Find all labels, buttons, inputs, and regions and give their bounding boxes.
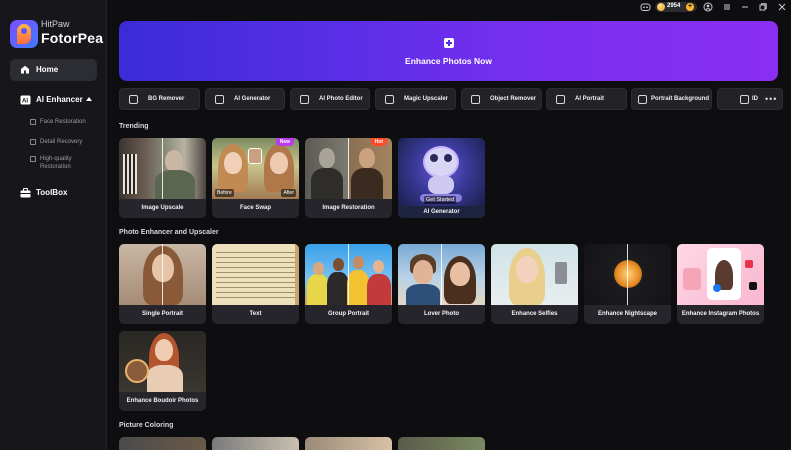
app-logo-icon: [10, 20, 38, 48]
tool-ai-photo-editor[interactable]: AI Photo Editor: [290, 88, 370, 110]
card-ai-generator[interactable]: Get Started AI Generator: [398, 138, 485, 218]
lover-photo-thumbnail: [398, 244, 485, 305]
minimize-icon[interactable]: [740, 2, 750, 12]
brand-small: HitPaw: [41, 19, 70, 29]
add-coins-button[interactable]: +: [686, 3, 694, 11]
restoration-icon: [30, 156, 36, 162]
tool-ai-generator[interactable]: AI Generator: [205, 88, 285, 110]
card-enhance-selfies[interactable]: Enhance Selfies: [491, 244, 578, 324]
brand-name: FotorPea: [41, 30, 104, 46]
single-portrait-thumbnail: [119, 244, 206, 305]
card-image-restoration[interactable]: Hot Image Restoration: [305, 138, 392, 218]
card-enhance-nightscape[interactable]: Enhance Nightscape: [584, 244, 671, 324]
title-bar: 2954 +: [107, 0, 791, 14]
upscaler-icon: [385, 95, 394, 104]
enhance-photos-label: Enhance Photos Now: [405, 56, 492, 66]
tool-portrait-background[interactable]: Portrait Background: [631, 88, 712, 110]
enhance-instagram-thumbnail: [677, 244, 764, 305]
card-group-portrait[interactable]: Group Portrait: [305, 244, 392, 324]
coin-count: 2954: [667, 3, 681, 9]
section-title-coloring: Picture Coloring: [119, 422, 174, 429]
tool-object-remover[interactable]: Object Remover: [461, 88, 542, 110]
svg-text:AI: AI: [22, 99, 28, 105]
card-enhance-boudoir-photos[interactable]: Enhance Boudoir Photos: [119, 331, 206, 411]
discord-icon[interactable]: [640, 2, 651, 12]
ai-generator-icon: [215, 95, 224, 104]
eraser-icon: [471, 95, 480, 104]
sidebar-item-label: AI Enhancer: [36, 95, 83, 104]
card-coloring-3[interactable]: [305, 437, 392, 450]
menu-icon[interactable]: [722, 2, 732, 12]
group-portrait-thumbnail: [305, 244, 392, 305]
chevron-up-icon[interactable]: [86, 97, 92, 101]
home-icon: [21, 65, 29, 74]
get-started-button[interactable]: Get Started: [424, 196, 457, 204]
hot-badge: Hot: [370, 138, 387, 146]
tool-bg-remover[interactable]: BG Remover: [119, 88, 200, 110]
plus-icon: [444, 38, 454, 48]
new-badge: New: [275, 138, 294, 146]
enhance-photos-banner[interactable]: Enhance Photos Now: [119, 21, 778, 81]
sidebar-item-toolbox[interactable]: ToolBox: [10, 186, 97, 200]
bg-remover-icon: [129, 95, 138, 104]
card-face-swap[interactable]: Before After New Face Swap: [212, 138, 299, 218]
coin-balance[interactable]: 2954 +: [655, 2, 697, 12]
user-icon[interactable]: [703, 2, 713, 12]
portrait-icon: [556, 95, 565, 104]
card-text[interactable]: Text: [212, 244, 299, 324]
enhance-nightscape-thumbnail: [584, 244, 671, 305]
ai-enhancer-icon: AI: [20, 95, 31, 105]
sidebar-item-label: ToolBox: [36, 188, 68, 197]
tool-magic-upscaler[interactable]: Magic Upscaler: [375, 88, 456, 110]
id-icon: [740, 95, 749, 104]
sidebar-item-home[interactable]: Home: [10, 59, 97, 81]
photo-editor-icon: [300, 95, 309, 104]
enhance-boudoir-thumbnail: [119, 331, 206, 392]
face-icon: [30, 119, 36, 125]
background-icon: [638, 95, 647, 104]
face-swap-thumbnail: Before After: [212, 138, 299, 199]
card-single-portrait[interactable]: Single Portrait: [119, 244, 206, 324]
sidebar: HitPaw FotorPea Home AI AI Enhancer Face…: [0, 0, 107, 450]
section-title-enhancer: Photo Enhancer and Upscaler: [119, 229, 219, 236]
card-coloring-4[interactable]: [398, 437, 485, 450]
image-upscale-thumbnail: [119, 138, 206, 199]
card-enhance-instagram-photos[interactable]: Enhance Instagram Photos: [677, 244, 764, 324]
text-thumbnail: [212, 244, 299, 305]
coin-icon: [657, 3, 665, 11]
detail-icon: [30, 139, 36, 145]
sidebar-item-ai-enhancer[interactable]: AI AI Enhancer: [10, 93, 97, 107]
sidebar-item-label: Home: [36, 65, 59, 74]
toolbox-icon: [20, 188, 31, 198]
image-restoration-thumbnail: [305, 138, 392, 199]
enhance-selfies-thumbnail: [491, 244, 578, 305]
close-icon[interactable]: [777, 2, 787, 12]
card-coloring-1[interactable]: [119, 437, 206, 450]
section-title-trending: Trending: [119, 123, 149, 130]
restore-icon[interactable]: [758, 2, 768, 12]
card-coloring-2[interactable]: [212, 437, 299, 450]
tool-ai-portrait[interactable]: AI Portrait: [546, 88, 627, 110]
card-image-upscale[interactable]: Image Upscale: [119, 138, 206, 218]
tool-bar: BG Remover AI Generator AI Photo Editor …: [119, 88, 791, 110]
more-tools-icon[interactable]: •••: [765, 94, 777, 104]
card-lover-photo[interactable]: Lover Photo: [398, 244, 485, 324]
